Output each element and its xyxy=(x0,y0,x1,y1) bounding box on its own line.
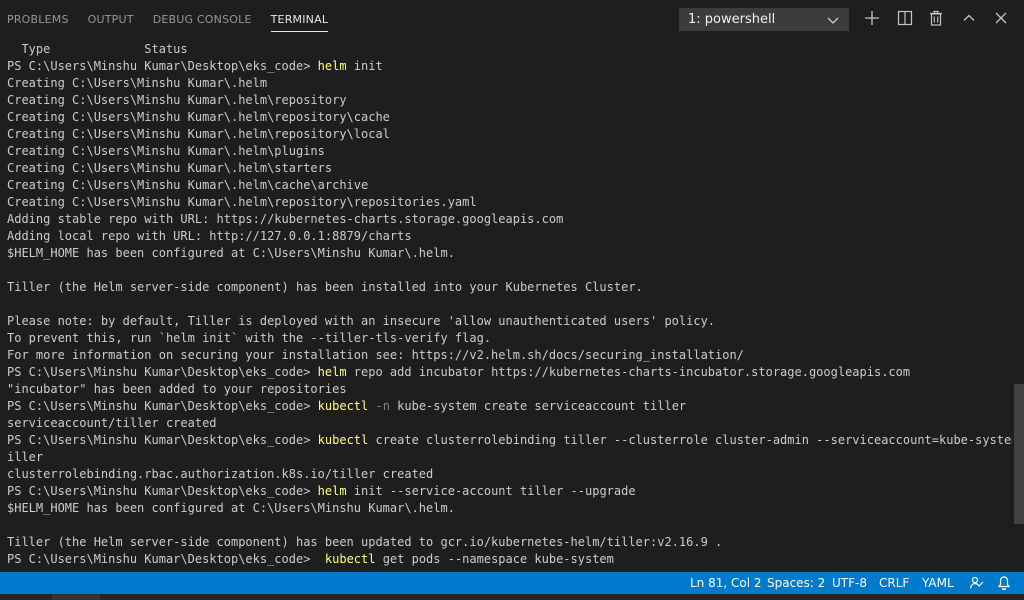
terminal-line: Adding stable repo with URL: https://kub… xyxy=(0,211,1012,228)
terminal-command: helm xyxy=(317,484,347,498)
terminal-line: Creating C:\Users\Minshu Kumar\.helm\rep… xyxy=(0,92,1012,109)
terminal-command: kubectl xyxy=(324,552,376,566)
terminal-text: Adding stable repo with URL: https://kub… xyxy=(7,212,564,226)
terminal-line: $HELM_HOME has been configured at C:\Use… xyxy=(0,500,1012,517)
terminal-text: init xyxy=(346,59,383,73)
terminal-text: $HELM_HOME has been configured at C:\Use… xyxy=(7,246,455,260)
terminal-line: PS C:\Users\Minshu Kumar\Desktop\eks_cod… xyxy=(0,364,1012,381)
terminal-text: Creating C:\Users\Minshu Kumar\.helm\rep… xyxy=(7,93,347,107)
terminal-text: create clusterrolebinding tiller --clust… xyxy=(368,433,1012,447)
terminal-line: PS C:\Users\Minshu Kumar\Desktop\eks_cod… xyxy=(0,432,1012,449)
terminal-text: Creating C:\Users\Minshu Kumar\.helm xyxy=(7,76,268,90)
chevron-down-icon xyxy=(827,17,839,24)
feedback-icon[interactable] xyxy=(968,575,984,591)
terminal-line: Creating C:\Users\Minshu Kumar\.helm\rep… xyxy=(0,126,1012,143)
panel-header: PROBLEMS OUTPUT DEBUG CONSOLE TERMINAL 1: p… xyxy=(0,0,1024,40)
tab-output[interactable]: OUTPUT xyxy=(88,0,134,40)
terminal-text: kube-system create serviceaccount tiller xyxy=(389,399,687,413)
terminal-text: Adding local repo with URL: http://127.0… xyxy=(7,229,412,243)
terminal-text: Tiller (the Helm server-side component) … xyxy=(7,280,643,294)
panel-tabs: PROBLEMS OUTPUT DEBUG CONSOLE TERMINAL xyxy=(0,0,340,40)
terminal-text: Creating C:\Users\Minshu Kumar\.helm\cac… xyxy=(7,178,369,192)
terminal-line: Creating C:\Users\Minshu Kumar\.helm xyxy=(0,75,1012,92)
terminal-line: Type Status xyxy=(0,41,1012,58)
close-icon[interactable] xyxy=(992,9,1010,27)
chevron-up-icon[interactable] xyxy=(960,9,978,27)
terminal-line: Creating C:\Users\Minshu Kumar\.helm\rep… xyxy=(0,109,1012,126)
terminal-text: For more information on securing your in… xyxy=(7,348,744,362)
terminal-line: PS C:\Users\Minshu Kumar\Desktop\eks_cod… xyxy=(0,483,1012,500)
terminal-command: kubectl xyxy=(317,399,369,413)
terminal-text: get pods --namespace kube-system xyxy=(375,552,614,566)
tab-problems[interactable]: PROBLEMS xyxy=(7,0,69,40)
terminal-line: Creating C:\Users\Minshu Kumar\.helm\rep… xyxy=(0,194,1012,211)
terminal-text: clusterrolebinding.rbac.authorization.k8… xyxy=(7,467,434,481)
terminal-line: PS C:\Users\Minshu Kumar\Desktop\eks_cod… xyxy=(0,58,1012,75)
terminal-text: Creating C:\Users\Minshu Kumar\.helm\rep… xyxy=(7,195,477,209)
terminal-line: PS C:\Users\Minshu Kumar\Desktop\eks_cod… xyxy=(0,551,1012,568)
terminal-text: To prevent this, run `helm init` with th… xyxy=(7,331,492,345)
terminal-line: Please note: by default, Tiller is deplo… xyxy=(0,313,1012,330)
status-cursor-position[interactable]: Ln 81, Col 2 xyxy=(690,572,762,594)
terminal-select[interactable]: 1: powershell xyxy=(679,8,849,31)
terminal-command: kubectl xyxy=(317,433,369,447)
trash-icon[interactable] xyxy=(927,9,945,27)
terminal-text: Tiller (the Helm server-side component) … xyxy=(7,535,723,549)
terminal-text: Please note: by default, Tiller is deplo… xyxy=(7,314,716,328)
terminal-line: Tiller (the Helm server-side component) … xyxy=(0,534,1012,551)
terminal-line: clusterrolebinding.rbac.authorization.k8… xyxy=(0,466,1012,483)
tab-debug-console[interactable]: DEBUG CONSOLE xyxy=(153,0,252,40)
terminal-text: repo add incubator https://kubernetes-ch… xyxy=(346,365,911,379)
terminal-text: Creating C:\Users\Minshu Kumar\.helm\sta… xyxy=(7,161,333,175)
terminal-text: Type Status xyxy=(7,42,188,56)
terminal-line: For more information on securing your in… xyxy=(0,347,1012,364)
bottom-strip-segment xyxy=(52,594,100,600)
add-icon[interactable] xyxy=(863,9,881,27)
terminal-line: Creating C:\Users\Minshu Kumar\.helm\cac… xyxy=(0,177,1012,194)
terminal-text: $HELM_HOME has been configured at C:\Use… xyxy=(7,501,455,515)
terminal-line: $HELM_HOME has been configured at C:\Use… xyxy=(0,245,1012,262)
terminal-select-value: 1: powershell xyxy=(688,12,776,27)
terminal-line: serviceaccount/tiller created xyxy=(0,415,1012,432)
status-language[interactable]: YAML xyxy=(922,572,954,594)
terminal-command: helm xyxy=(317,365,347,379)
status-encoding[interactable]: UTF-8 xyxy=(832,572,867,594)
status-indentation[interactable]: Spaces: 2 xyxy=(767,572,825,594)
bottom-strip xyxy=(0,594,1024,600)
status-bar: Ln 81, Col 2 Spaces: 2 UTF-8 CRLF YAML xyxy=(0,572,1024,594)
terminal-line: To prevent this, run `helm init` with th… xyxy=(0,330,1012,347)
terminal-flag: -n xyxy=(375,399,390,413)
terminal-line: PS C:\Users\Minshu Kumar\Desktop\eks_cod… xyxy=(0,398,1012,415)
terminal-line: Creating C:\Users\Minshu Kumar\.helm\plu… xyxy=(0,143,1012,160)
split-icon[interactable] xyxy=(896,9,914,27)
terminal-line: Creating C:\Users\Minshu Kumar\.helm\sta… xyxy=(0,160,1012,177)
terminal-text: PS C:\Users\Minshu Kumar\Desktop\eks_cod… xyxy=(7,484,318,498)
terminal-text: serviceaccount/tiller created xyxy=(7,416,217,430)
terminal-scrollbar[interactable] xyxy=(1014,384,1024,524)
status-eol[interactable]: CRLF xyxy=(879,572,909,594)
terminal-text: PS C:\Users\Minshu Kumar\Desktop\eks_cod… xyxy=(7,59,318,73)
terminal-output[interactable]: Type Status PS C:\Users\Minshu Kumar\Desk… xyxy=(0,41,1012,572)
notifications-bell-icon[interactable] xyxy=(996,575,1012,591)
terminal-text: PS C:\Users\Minshu Kumar\Desktop\eks_cod… xyxy=(7,433,318,447)
terminal-text: Creating C:\Users\Minshu Kumar\.helm\plu… xyxy=(7,144,325,158)
terminal-text: PS C:\Users\Minshu Kumar\Desktop\eks_cod… xyxy=(7,399,318,413)
terminal-text: "incubator" has been added to your repos… xyxy=(7,382,347,396)
terminal-text: PS C:\Users\Minshu Kumar\Desktop\eks_cod… xyxy=(7,552,325,566)
terminal-text: PS C:\Users\Minshu Kumar\Desktop\eks_cod… xyxy=(7,365,318,379)
terminal-line: "incubator" has been added to your repos… xyxy=(0,381,1012,398)
terminal-text: iller xyxy=(7,450,44,464)
terminal-text: init --service-account tiller --upgrade xyxy=(346,484,636,498)
terminal-line: Tiller (the Helm server-side component) … xyxy=(0,279,1012,296)
tab-terminal[interactable]: TERMINAL xyxy=(270,0,329,40)
terminal-command: helm xyxy=(317,59,347,73)
terminal-text: Creating C:\Users\Minshu Kumar\.helm\rep… xyxy=(7,127,390,141)
terminal-line: Adding local repo with URL: http://127.0… xyxy=(0,228,1012,245)
terminal-text: Creating C:\Users\Minshu Kumar\.helm\rep… xyxy=(7,110,390,124)
terminal-line: iller xyxy=(0,449,1012,466)
